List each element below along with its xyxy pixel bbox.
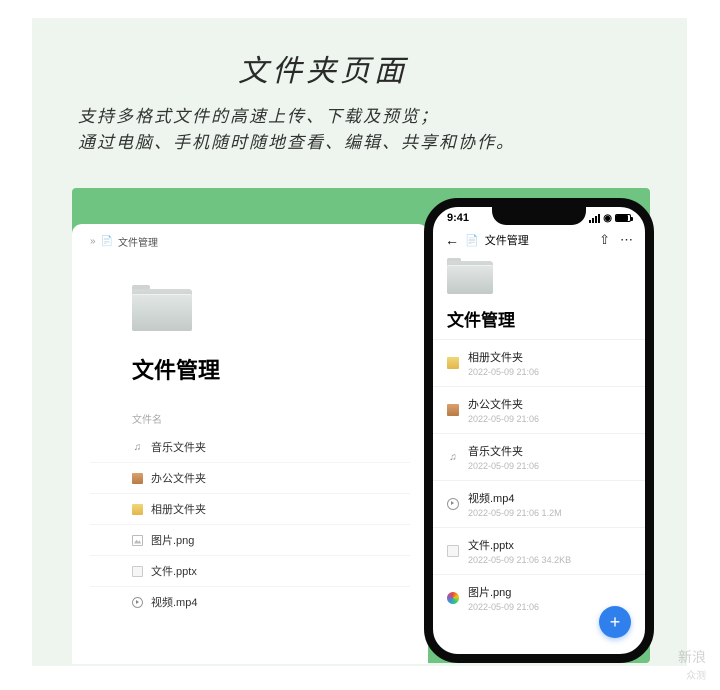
header: 文件夹页面 支持多格式文件的高速上传、下载及预览； 通过电脑、手机随时随地查看、… [32, 18, 687, 165]
music-icon [447, 451, 459, 463]
document-icon [132, 566, 143, 577]
album-icon [447, 357, 459, 369]
desktop-file-list: 音乐文件夹 办公文件夹 相册文件夹 图片.png 文件.pptx 视频.mp4 [90, 432, 410, 617]
breadcrumb-chevron-icon: » [90, 236, 96, 247]
signal-icon [589, 214, 600, 223]
album-icon [132, 504, 143, 515]
video-icon [447, 498, 459, 510]
image-color-icon [447, 592, 459, 604]
share-button[interactable]: ⇧ [599, 232, 610, 248]
list-item[interactable]: 办公文件夹2022-05-09 21:06 [433, 386, 645, 433]
list-item[interactable]: 办公文件夹 [90, 462, 410, 493]
briefcase-icon [447, 404, 459, 416]
back-button[interactable]: ← [445, 232, 459, 248]
more-button[interactable]: ⋯ [620, 232, 633, 248]
folder-glyph-icon: 📄 [465, 234, 479, 247]
promo-frame: 文件夹页面 支持多格式文件的高速上传、下载及预览； 通过电脑、手机随时随地查看、… [32, 18, 687, 666]
folder-icon [447, 258, 493, 294]
phone-header: ← 📄 文件管理 ⇧ ⋯ [433, 224, 645, 252]
phone-file-list: 相册文件夹2022-05-09 21:06 办公文件夹2022-05-09 21… [433, 339, 645, 621]
breadcrumb[interactable]: » 📄 文件管理 [90, 234, 410, 249]
list-item[interactable]: 视频.mp42022-05-09 21:06 1.2M [433, 480, 645, 527]
desktop-folder-title: 文件管理 [132, 353, 410, 385]
folder-glyph-icon: 📄 [101, 236, 113, 247]
page-title: 文件夹页面 [78, 46, 667, 90]
desktop-window: » 📄 文件管理 文件管理 文件名 音乐文件夹 办公文件夹 相册文件夹 图片.p… [72, 224, 428, 664]
device-stage: » 📄 文件管理 文件管理 文件名 音乐文件夹 办公文件夹 相册文件夹 图片.p… [72, 188, 650, 663]
image-icon [132, 535, 143, 546]
watermark: 新浪 众测 [678, 647, 706, 682]
list-item[interactable]: 相册文件夹 [90, 493, 410, 524]
phone-notch [492, 207, 586, 225]
folder-icon [132, 285, 192, 331]
list-item[interactable]: 相册文件夹2022-05-09 21:06 [433, 339, 645, 386]
video-icon [132, 597, 143, 608]
list-item[interactable]: 图片.png [90, 524, 410, 555]
list-item[interactable]: 文件.pptx2022-05-09 21:06 34.2KB [433, 527, 645, 574]
music-icon [132, 442, 143, 453]
phone-folder-title: 文件管理 [447, 306, 645, 331]
battery-icon [615, 214, 631, 222]
column-header: 文件名 [132, 411, 410, 426]
list-item[interactable]: 视频.mp4 [90, 586, 410, 617]
status-time: 9:41 [447, 212, 469, 224]
briefcase-icon [132, 473, 143, 484]
breadcrumb: 文件管理 [485, 232, 529, 248]
list-item[interactable]: 文件.pptx [90, 555, 410, 586]
phone-frame: 9:41 ◉ ← 📄 文件管理 ⇧ ⋯ [424, 198, 654, 663]
list-item[interactable]: 音乐文件夹 [90, 432, 410, 462]
list-item[interactable]: 音乐文件夹2022-05-09 21:06 [433, 433, 645, 480]
page-subtitle: 支持多格式文件的高速上传、下载及预览； 通过电脑、手机随时随地查看、编辑、共享和… [78, 104, 667, 157]
document-icon [447, 545, 459, 557]
add-button[interactable]: + [599, 606, 631, 638]
wifi-icon: ◉ [603, 213, 612, 224]
